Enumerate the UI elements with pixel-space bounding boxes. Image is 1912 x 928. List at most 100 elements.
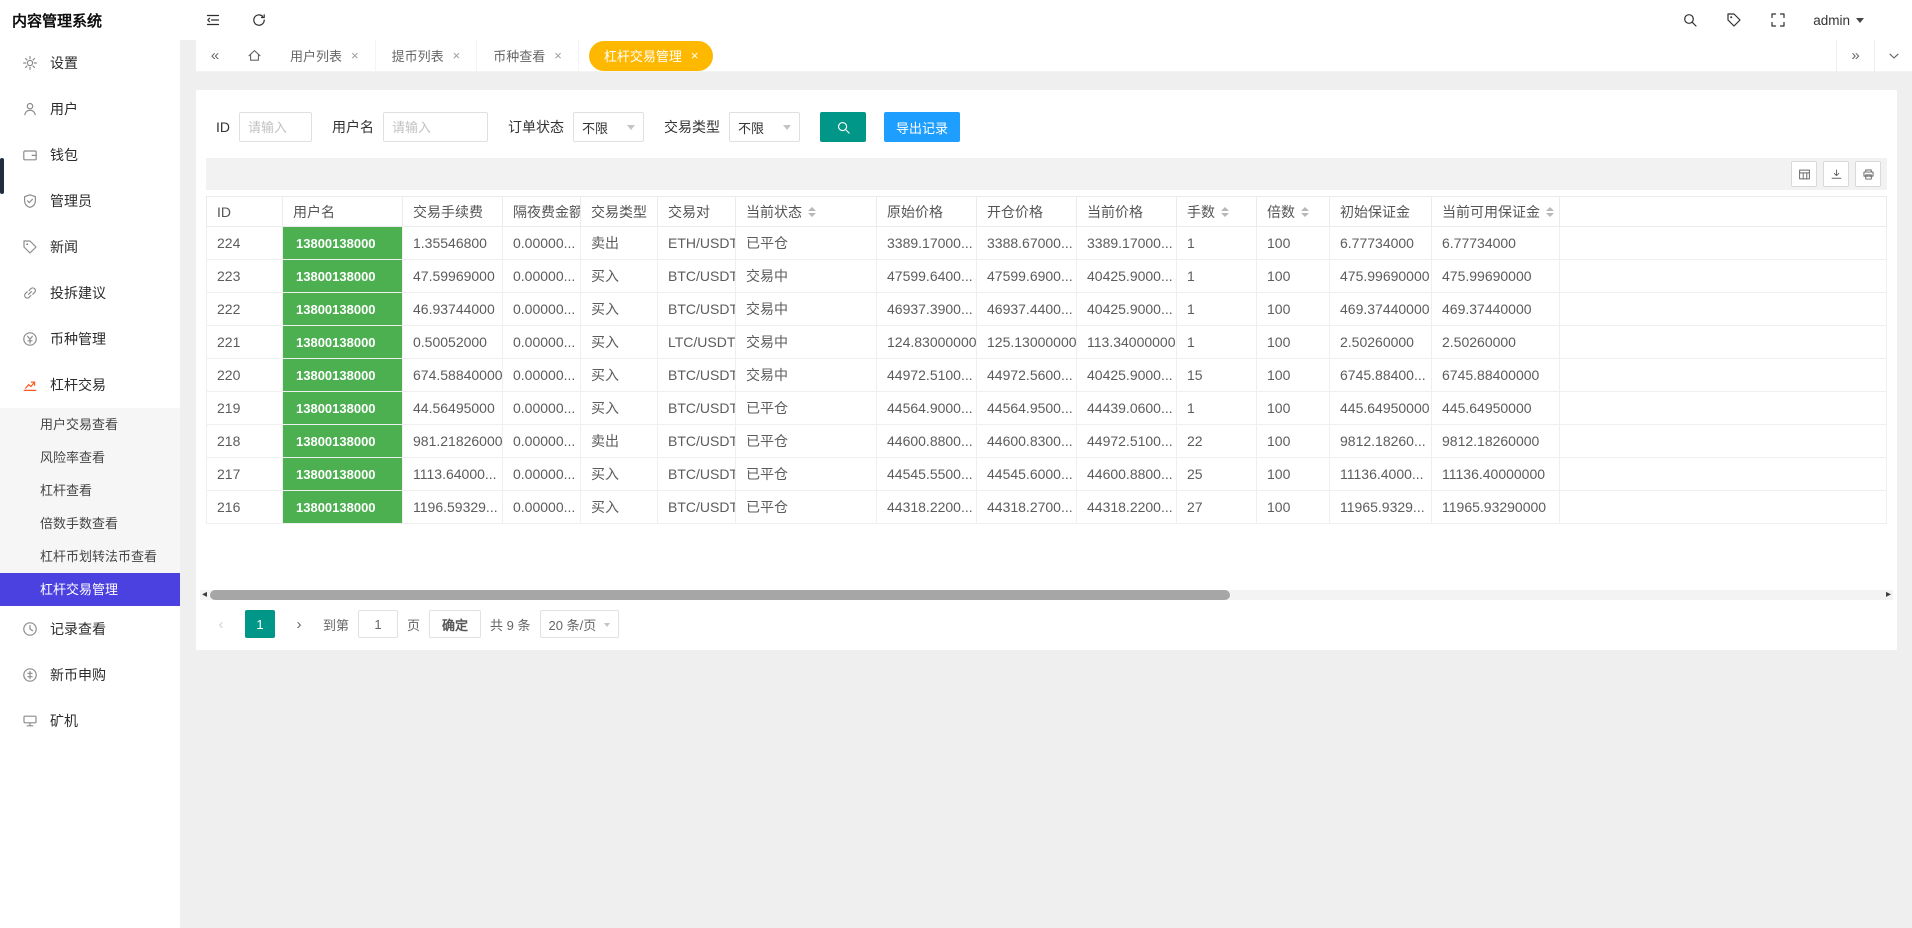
sidebar-item-users[interactable]: 用户 [0, 86, 180, 132]
user-menu[interactable]: admin [1813, 13, 1864, 28]
close-icon[interactable]: × [691, 49, 699, 62]
table-row[interactable]: 217138001380001113.64000...0.00000...买入B… [207, 458, 1887, 491]
print-button[interactable] [1855, 161, 1881, 187]
horizontal-scrollbar[interactable]: ◂ ▸ [200, 590, 1893, 600]
tag-icon[interactable] [1725, 11, 1743, 29]
sidebar-item-feedback[interactable]: 投拆建议 [0, 270, 180, 316]
column-header-11[interactable]: 手数 [1177, 197, 1257, 227]
refresh-icon[interactable] [250, 11, 268, 29]
collapse-sidebar-icon[interactable] [204, 11, 222, 29]
cell: 3388.67000... [977, 227, 1077, 260]
username-badge: 13800138000 [283, 359, 402, 391]
sidebar-item-label: 币种管理 [50, 329, 106, 349]
tab-user-list[interactable]: 用户列表 × [274, 40, 376, 72]
sidebar-item-leverage[interactable]: 杠杆交易 [0, 362, 180, 408]
cell: 1 [1177, 227, 1257, 260]
data-table: ID用户名交易手续费隔夜费金额交易类型交易对当前状态原始价格开仓价格当前价格手数… [206, 196, 1887, 524]
filter-bar: ID 用户名 订单状态 不限 交易类型 不限 导出记录 [196, 90, 1897, 158]
scrollbar-thumb[interactable] [210, 590, 1230, 600]
sidebar-item-record-view[interactable]: 记录查看 [0, 606, 180, 652]
close-icon[interactable]: × [554, 49, 562, 62]
sidebar-scrollbar[interactable] [0, 158, 4, 194]
tab-leverage-trade-manage[interactable]: 杠杆交易管理× [589, 41, 714, 71]
cell: 9812.18260000 [1432, 425, 1560, 458]
cell: 445.64950000 [1330, 392, 1432, 425]
cell: 0.00000... [503, 326, 581, 359]
close-icon[interactable]: × [453, 49, 461, 62]
sidebar-subitem-risk-rate-view[interactable]: 风险率查看 [0, 441, 180, 474]
cell: 0.00000... [503, 491, 581, 524]
column-header-7[interactable]: 当前状态 [736, 197, 877, 227]
cell: 3389.17000... [1077, 227, 1177, 260]
sort-icon[interactable] [1546, 207, 1554, 217]
sidebar-subitem-leverage-view[interactable]: 杠杆查看 [0, 474, 180, 507]
sidebar-item-news[interactable]: 新闻 [0, 224, 180, 270]
sort-icon[interactable] [1221, 207, 1229, 217]
table-row[interactable]: 221138001380000.500520000.00000...买入LTC/… [207, 326, 1887, 359]
trade-type-value: 不限 [738, 118, 764, 137]
cell: 25 [1177, 458, 1257, 491]
cell: 40425.9000... [1077, 293, 1177, 326]
username-input[interactable] [383, 112, 488, 142]
column-header-12[interactable]: 倍数 [1257, 197, 1330, 227]
sidebar-subitem-user-trade-view[interactable]: 用户交易查看 [0, 408, 180, 441]
table-row[interactable]: 22013800138000674.588400000.00000...买入BT… [207, 359, 1887, 392]
prev-page-button[interactable]: ‹ [206, 610, 236, 638]
trade-type-select[interactable]: 不限 [729, 112, 800, 142]
home-tab[interactable] [234, 40, 274, 72]
tabs-menu-icon[interactable] [1874, 40, 1912, 72]
cell: 445.64950000 [1432, 392, 1560, 425]
cell: 0.00000... [503, 260, 581, 293]
sidebar-item-new-coin-subscribe[interactable]: 新币申购 [0, 652, 180, 698]
sidebar-item-currency-manage[interactable]: 币种管理 [0, 316, 180, 362]
cell: LTC/USDT [658, 326, 736, 359]
sort-icon[interactable] [808, 207, 816, 217]
scroll-left-arrow-icon[interactable]: ◂ [202, 589, 207, 601]
sidebar-subitem-leverage-fiat-transfer-view[interactable]: 杠杆币划转法币查看 [0, 540, 180, 573]
current-page-button[interactable]: 1 [245, 610, 275, 638]
table-row[interactable]: 224138001380001.355468000.00000...卖出ETH/… [207, 227, 1887, 260]
column-header-14[interactable]: 当前可用保证金 [1432, 197, 1560, 227]
export-table-button[interactable] [1823, 161, 1849, 187]
table-row[interactable]: 2221380013800046.937440000.00000...买入BTC… [207, 293, 1887, 326]
tab-label: 用户列表 [290, 46, 342, 65]
sidebar-subitem-multiple-lots-view[interactable]: 倍数手数查看 [0, 507, 180, 540]
tabs-scroll-right-icon[interactable]: » [1836, 40, 1874, 72]
order-status-select[interactable]: 不限 [573, 112, 644, 142]
sidebar-item-miner[interactable]: 矿机 [0, 698, 180, 744]
sort-icon[interactable] [1301, 207, 1309, 217]
cell: 0.00000... [503, 425, 581, 458]
confirm-button[interactable]: 确定 [429, 610, 481, 638]
sidebar-item-label: 用户 [50, 99, 78, 119]
page-size-select[interactable]: 20 条/页 [540, 610, 620, 638]
column-header-label: 用户名 [293, 204, 335, 220]
table-row[interactable]: 21813800138000981.218260000.00000...卖出BT… [207, 425, 1887, 458]
cell: 已平仓 [736, 491, 877, 524]
filter-columns-button[interactable] [1791, 161, 1817, 187]
table-row[interactable]: 2191380013800044.564950000.00000...买入BTC… [207, 392, 1887, 425]
tabs-scroll-left-icon[interactable]: « [196, 40, 234, 72]
sidebar-item-label: 记录查看 [50, 619, 106, 639]
next-page-button[interactable]: › [284, 610, 314, 638]
tab-bar: « 用户列表×提币列表×币种查看×杠杆交易管理× » [196, 40, 1912, 72]
username-badge: 13800138000 [283, 260, 402, 292]
table-row[interactable]: 2231380013800047.599690000.00000...买入BTC… [207, 260, 1887, 293]
top-header: 内容管理系统 admin [0, 0, 1912, 40]
sidebar-item-admin[interactable]: 管理员 [0, 178, 180, 224]
search-icon[interactable] [1681, 11, 1699, 29]
tab-currency-view[interactable]: 币种查看× [477, 40, 579, 72]
sidebar-item-wallet[interactable]: 钱包 [0, 132, 180, 178]
close-icon[interactable]: × [351, 49, 359, 62]
cell: 221 [207, 326, 283, 359]
sidebar-item-settings[interactable]: 设置 [0, 40, 180, 86]
fullscreen-icon[interactable] [1769, 11, 1787, 29]
goto-page-input[interactable] [358, 610, 398, 638]
table-row[interactable]: 216138001380001196.59329...0.00000...买入B… [207, 491, 1887, 524]
tab-withdraw-list[interactable]: 提币列表× [376, 40, 478, 72]
search-button[interactable] [820, 112, 866, 142]
sidebar-subitem-leverage-trade-manage[interactable]: 杠杆交易管理 [0, 573, 180, 606]
id-input[interactable] [239, 112, 312, 142]
scroll-right-arrow-icon[interactable]: ▸ [1886, 589, 1891, 601]
export-button[interactable]: 导出记录 [884, 112, 960, 142]
cell: 6.77734000 [1432, 227, 1560, 260]
